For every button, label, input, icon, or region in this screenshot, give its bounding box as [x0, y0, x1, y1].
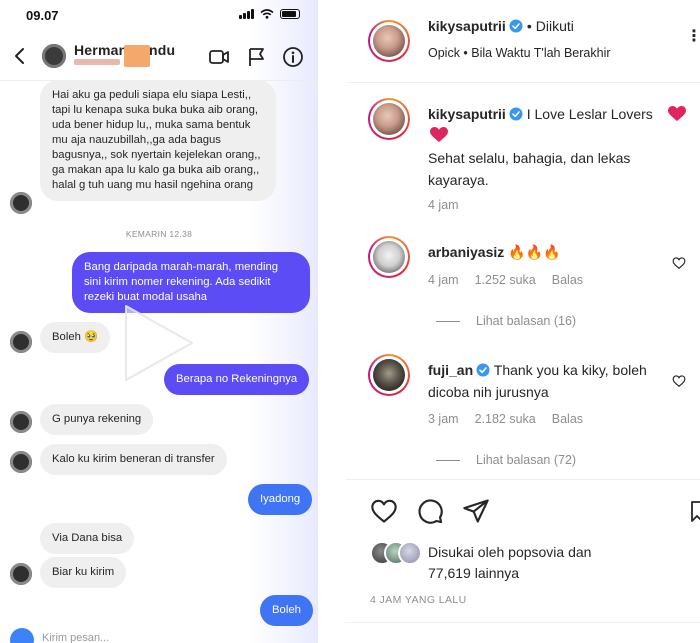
heart-emoji-icon: [430, 127, 448, 142]
view-replies-button[interactable]: Lihat balasan (16): [436, 314, 576, 328]
contact-avatar[interactable]: [42, 44, 66, 68]
share-icon[interactable]: [462, 497, 490, 525]
verified-badge-icon: [476, 363, 490, 377]
system-icons: [239, 9, 300, 19]
signal-icon: [239, 9, 254, 19]
info-icon[interactable]: [282, 46, 304, 68]
caption-line-2: Sehat selalu, bahagia, dan lekas: [428, 150, 631, 166]
message-outgoing: Boleh: [260, 595, 313, 626]
status-bar: 09.07: [0, 0, 318, 28]
view-replies-button[interactable]: Lihat balasan (72): [436, 453, 576, 467]
video-call-icon[interactable]: [208, 46, 230, 68]
reply-button[interactable]: Balas: [552, 412, 583, 426]
liker-avatar: [398, 541, 422, 565]
caption-username[interactable]: kikysaputrii: [428, 106, 506, 122]
composer-input[interactable]: Kirim pesan...: [42, 632, 109, 643]
sender-avatar: [10, 563, 32, 585]
sender-avatar: [10, 411, 32, 433]
message-incoming: Via Dana bisa: [40, 523, 135, 554]
caption-line-3: kayaraya.: [428, 172, 489, 188]
dm-screenshot: 09.07 Herman Pandu Hai aku ga peduli sia…: [0, 0, 318, 643]
comment-likes[interactable]: 2.182 suka: [475, 412, 536, 426]
caption-avatar[interactable]: [368, 98, 410, 140]
comment-age: 3 jam: [428, 412, 459, 426]
comment-text: 🔥🔥🔥: [508, 244, 561, 260]
message-incoming: Hai aku ga peduli siapa elu siapa Lesti,…: [40, 80, 276, 201]
follow-status[interactable]: Diikuti: [536, 18, 574, 34]
actions-divider: [346, 479, 700, 480]
dm-header: Herman Pandu: [0, 34, 318, 80]
comment-age: 4 jam: [428, 273, 459, 287]
comment-like-icon[interactable]: [672, 256, 686, 270]
wifi-icon: [260, 9, 274, 19]
post-timestamp: 4 JAM YANG LALU: [370, 594, 467, 606]
comment: arbaniyasiz 🔥🔥🔥: [428, 241, 560, 263]
commenter-avatar[interactable]: [368, 354, 410, 396]
message-incoming: Biar ku kirim: [40, 557, 127, 588]
comment-meta: 4 jam 1.252 suka Balas: [428, 273, 599, 287]
header-divider: [346, 82, 700, 83]
likes-line-2: 77,619 lainnya: [428, 565, 520, 581]
sender-avatar: [10, 451, 32, 473]
battery-icon: [280, 9, 300, 19]
comment-text-line-1: Thank you ka kiky, boleh: [493, 362, 647, 378]
comment-username[interactable]: fuji_an: [428, 362, 473, 378]
comment-likes[interactable]: 1.252 suka: [475, 273, 536, 287]
comment-text-line-2: dicoba nih jurusnya: [428, 384, 549, 400]
caption-age: 4 jam: [428, 198, 459, 212]
music-label[interactable]: Opick • Bila Waktu T'lah Berakhir: [428, 46, 611, 60]
likes-line-1: Disukai oleh popsovia dan: [428, 544, 592, 560]
commenter-avatar[interactable]: [368, 236, 410, 278]
message-incoming: Boleh 🥹: [40, 322, 111, 353]
comment-like-icon[interactable]: [672, 374, 686, 388]
flag-icon[interactable]: [246, 46, 268, 68]
post-user-avatar[interactable]: [368, 20, 410, 62]
contact-subtitle-redacted: [74, 59, 120, 65]
message-composer[interactable]: Kirim pesan...: [0, 624, 318, 643]
post-user-line: kikysaputrii • Diikuti: [428, 18, 574, 34]
status-time: 09.07: [26, 8, 59, 23]
caption: kikysaputrii I Love Leslar Lovers Sehat …: [428, 103, 700, 191]
comment-icon[interactable]: [416, 497, 444, 525]
post-header: kikysaputrii • Diikuti Opick • Bila Waktu …: [346, 0, 700, 82]
post-username[interactable]: kikysaputrii: [428, 18, 506, 34]
save-bookmark-icon[interactable]: [690, 497, 700, 525]
censor-block: [124, 45, 150, 67]
instagram-post-panel: kikysaputrii • Diikuti Opick • Bila Waktu …: [346, 0, 700, 643]
sender-avatar: [10, 192, 32, 214]
verified-badge-icon: [509, 107, 523, 121]
comment: fuji_an Thank you ka kiky, boleh dicoba …: [428, 359, 688, 403]
more-options-icon[interactable]: ⋮: [686, 26, 700, 46]
message-incoming: G punya rekening: [40, 404, 154, 435]
sender-avatar: [10, 331, 32, 353]
message-incoming: Kalo ku kirim beneran di transfer: [40, 444, 227, 475]
message-outgoing: Berapa no Rekeningnya: [164, 364, 310, 395]
verified-badge-icon: [509, 19, 523, 33]
comment-meta: 3 jam 2.182 suka Balas: [428, 412, 599, 426]
likes-summary[interactable]: Disukai oleh popsovia dan 77,619 lainnya: [428, 542, 591, 584]
back-arrow-icon[interactable]: [12, 46, 28, 66]
heart-emoji-icon: [668, 106, 686, 121]
caption-line-1: I Love Leslar Lovers: [526, 106, 653, 122]
like-heart-icon[interactable]: [370, 497, 398, 525]
comment-username[interactable]: arbaniyasiz: [428, 244, 504, 260]
timestamp-divider: KEMARIN 12.38: [125, 229, 193, 239]
bottom-divider: [346, 622, 700, 623]
message-outgoing: Iyadong: [248, 484, 313, 515]
reply-button[interactable]: Balas: [552, 273, 583, 287]
camera-icon[interactable]: [10, 628, 34, 643]
